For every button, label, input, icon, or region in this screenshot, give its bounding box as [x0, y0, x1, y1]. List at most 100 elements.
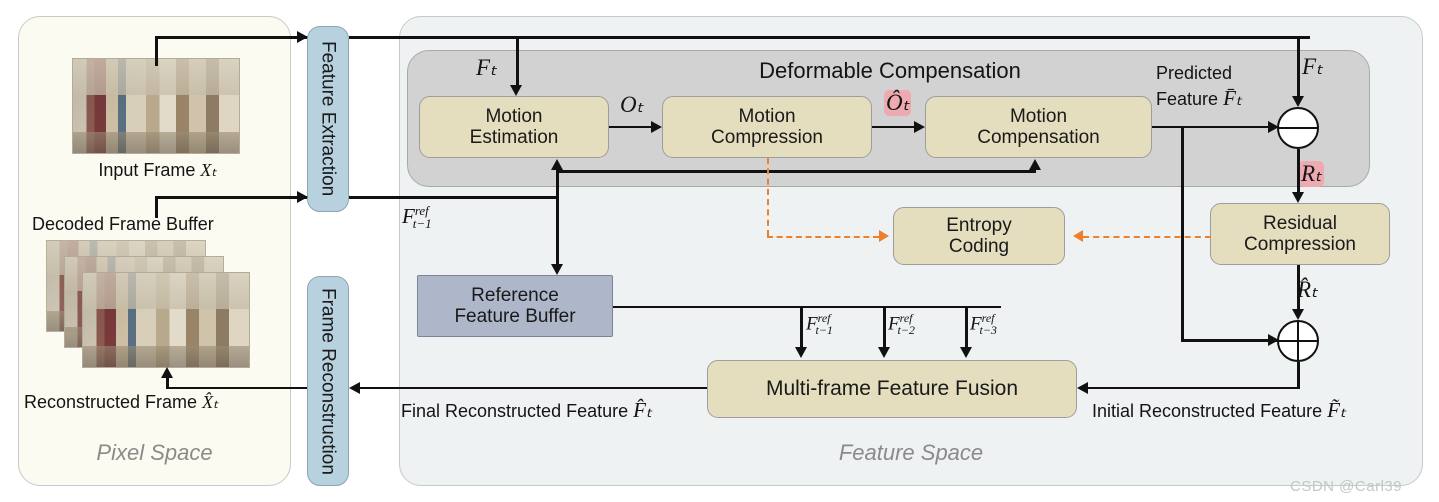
conn-pred-add-arrow: [1268, 334, 1279, 346]
feature-space-label: Feature Space: [838, 440, 984, 465]
initial-reconstructed-feature-text: Initial Reconstructed Feature: [1092, 401, 1323, 421]
conn-fref-me-arrow: [550, 159, 563, 170]
subtract-bar: [1279, 126, 1317, 130]
fusion-1-sub: t−2: [897, 323, 915, 338]
conn-rc-add-arrow: [1291, 309, 1304, 320]
conn-fref-mc-arrow: [1028, 159, 1041, 170]
conn-mcp-mcn: [872, 125, 914, 129]
conn-ft-me-arrow: [510, 85, 522, 96]
deformable-compensation-title: Deformable Compensation: [759, 58, 1021, 83]
bitstream-rc-left: [1083, 236, 1211, 238]
conn-pred-branch-down: [1181, 125, 1184, 339]
motion-compression-line2: Compression: [711, 127, 823, 148]
motion-estimation-block[interactable]: Motion Estimation: [419, 96, 609, 158]
entropy-coding-line1: Entropy: [946, 214, 1012, 236]
frame-reconstruction-block[interactable]: Frame Reconstruction: [307, 276, 349, 486]
conn-fref-down-rfb: [556, 196, 559, 264]
conn-pred-branch-right: [1181, 339, 1277, 342]
signal-ft-right: Fₜ: [1302, 54, 1323, 79]
signal-rt-hat: R̂ₜ: [1297, 277, 1318, 302]
conn-mcn-sub-arrow: [1268, 120, 1279, 133]
feature-extraction-label: Feature Extraction: [317, 41, 339, 197]
input-frame-caption-text: Input Frame: [98, 160, 196, 180]
fusion-input-label-1: Freft−2: [888, 311, 915, 338]
motion-estimation-line2: Estimation: [469, 127, 559, 148]
conn-fref-inner-bus: [556, 170, 1036, 173]
conn-input-up: [155, 36, 158, 66]
final-reconstructed-feature-text: Final Reconstructed Feature: [401, 401, 629, 421]
conn-fusion-fr-arrow: [349, 381, 360, 394]
motion-compensation-line1: Motion: [1009, 105, 1068, 127]
add-operator: [1277, 320, 1319, 362]
conn-fusion-left: [360, 386, 707, 390]
conn-add-down: [1297, 362, 1300, 389]
predicted-feature-line1: Predicted: [1156, 63, 1233, 83]
frame-reconstruction-label: Frame Reconstruction: [317, 287, 339, 475]
reference-feature-buffer-line1: Reference: [471, 284, 559, 306]
conn-rfb-drop-1-arrow: [877, 347, 890, 358]
conn-ft-down-sub: [1297, 36, 1300, 96]
conn-fr-up: [166, 378, 169, 388]
conn-fr-left: [166, 386, 307, 390]
decoded-frame-thumbnail-1: [82, 272, 250, 368]
residual-compression-block[interactable]: Residual Compression: [1210, 203, 1390, 265]
feature-extraction-block[interactable]: Feature Extraction: [307, 26, 349, 212]
motion-compression-line1: Motion: [738, 105, 796, 127]
input-frame-caption: Input Frame Xₜ: [60, 160, 255, 181]
conn-decoded-up: [155, 196, 158, 218]
conn-add-left: [1088, 386, 1299, 390]
conn-fe-out-bottom: [349, 196, 558, 199]
conn-ft-down-me: [516, 36, 519, 85]
add-bar-v: [1296, 322, 1300, 360]
conn-sub-down: [1297, 149, 1300, 192]
initial-reconstructed-feature-symbol: F̃ₜ: [1327, 398, 1347, 422]
fusion-0-sub: t−1: [815, 323, 833, 338]
predicted-feature-line2: Feature: [1156, 88, 1219, 109]
motion-compensation-line2: Compensation: [977, 127, 1100, 148]
motion-estimation-line1: Motion: [485, 105, 543, 127]
fusion-input-label-0: Freft−1: [806, 311, 833, 338]
conn-ft-sub-arrow: [1291, 96, 1304, 107]
reconstructed-frame-symbol: X̂ₜ: [202, 392, 219, 412]
conn-rfb-drop-2: [965, 305, 968, 348]
signal-rt: Rₜ: [1299, 161, 1324, 187]
pixel-space-label: Pixel Space: [96, 440, 213, 465]
bitstream-mcp-right: [767, 236, 879, 238]
conn-rfb-drop-0: [800, 305, 803, 348]
conn-decoded-arrow: [297, 190, 308, 203]
predicted-feature-label: Predicted Feature F̄ₜ: [1156, 62, 1242, 111]
conn-input-right: [155, 36, 307, 39]
conn-decoded-right: [155, 196, 307, 199]
bitstream-mcp-ec-arrow: [879, 230, 889, 242]
conn-fref-rfb-arrow: [550, 264, 563, 275]
multi-frame-feature-fusion-block[interactable]: Multi-frame Feature Fusion: [707, 360, 1077, 418]
predicted-feature-symbol: F̄ₜ: [1223, 85, 1243, 110]
reference-feature-buffer-line2: Feature Buffer: [454, 306, 576, 327]
reference-feature-buffer-block[interactable]: Reference Feature Buffer: [417, 275, 613, 337]
bitstream-mcp-down: [767, 158, 769, 236]
entropy-coding-block[interactable]: Entropy Coding: [893, 207, 1065, 265]
bitstream-rc-ec-arrow: [1073, 230, 1083, 242]
fusion-input-label-2: Freft−3: [970, 311, 997, 338]
conn-rfb-drop-1: [883, 305, 886, 348]
conn-fr-dfb-arrow: [160, 367, 173, 378]
conn-fref-up-mc2: [1033, 170, 1036, 171]
input-frame-thumbnail: [72, 58, 240, 154]
final-reconstructed-feature-symbol: F̂ₜ: [633, 398, 653, 422]
signal-fref-t1-left: Freft−1: [402, 203, 432, 232]
conn-rfb-drop-0-arrow: [794, 347, 807, 358]
conn-me-mcp: [609, 125, 651, 129]
input-frame-symbol: Xₜ: [200, 160, 217, 180]
multi-frame-feature-fusion-label: Multi-frame Feature Fusion: [765, 377, 1019, 401]
motion-compression-block[interactable]: Motion Compression: [662, 96, 872, 158]
fusion-2-sub: t−3: [979, 323, 997, 338]
decoded-frame-buffer-caption: Decoded Frame Buffer: [32, 214, 214, 234]
subtract-operator: [1277, 107, 1319, 149]
conn-fref-up-me: [556, 170, 559, 196]
motion-compensation-block[interactable]: Motion Compensation: [925, 96, 1152, 158]
signal-ft-left: Fₜ: [476, 55, 497, 80]
signal-ot: Oₜ: [620, 92, 644, 117]
entropy-coding-line2: Coding: [948, 236, 1010, 257]
conn-rc-down: [1297, 265, 1300, 309]
conn-mcn-out: [1152, 125, 1277, 129]
